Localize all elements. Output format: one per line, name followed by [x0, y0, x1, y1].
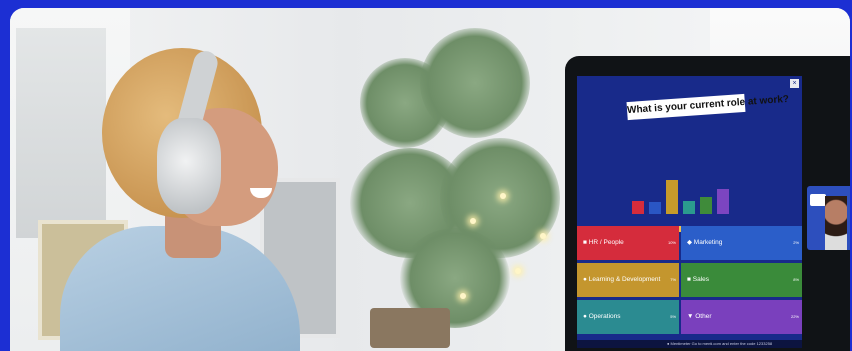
- monitor: × What is your current role at work? ■ H…: [565, 56, 850, 351]
- poll-footer: ● Mentimeter Go to menti.com and enter t…: [577, 340, 802, 348]
- presenter: [825, 196, 847, 250]
- answer-tile: ■ HR / People 10%: [577, 226, 679, 260]
- answer-tile: ● Learning & Development 7%: [577, 263, 679, 297]
- brand-logo: [810, 194, 826, 206]
- poll-bar: [666, 180, 678, 214]
- answer-label: ◆ Marketing: [687, 239, 723, 246]
- poll-bar: [683, 201, 695, 214]
- answer-count: 22%: [790, 314, 799, 319]
- answer-count: 2%: [793, 240, 799, 245]
- answer-tile: ▼ Other 22%: [681, 300, 802, 334]
- answer-label: ■ HR / People: [583, 239, 624, 246]
- poll-bar: [700, 197, 712, 214]
- poll-screen: × What is your current role at work? ■ H…: [577, 76, 802, 348]
- poll-question: What is your current role at work?: [626, 94, 789, 121]
- answer-tile: ◆ Marketing 2%: [681, 226, 802, 260]
- poll-bar-chart: [632, 164, 742, 214]
- answer-tile: ● Operations 5%: [577, 300, 679, 334]
- answer-label: ▼ Other: [687, 313, 712, 320]
- presenter-video: [807, 186, 850, 250]
- close-button[interactable]: ×: [790, 79, 799, 88]
- houseplant: [340, 28, 570, 348]
- answer-count: 10%: [667, 240, 676, 245]
- plant-pot: [370, 308, 450, 348]
- answer-count: 7%: [670, 277, 676, 282]
- answer-tile: ■ Sales 8%: [681, 263, 802, 297]
- answer-tiles: ■ HR / People 10% ◆ Marketing 2% ● Learning …: [577, 226, 802, 348]
- poll-bar: [717, 188, 729, 214]
- answer-count: 5%: [670, 314, 676, 319]
- poll-bar: [649, 202, 661, 214]
- answer-count: 8%: [793, 277, 799, 282]
- poll-bar: [632, 201, 644, 214]
- headphone-earcup: [157, 118, 221, 214]
- answer-label: ● Learning & Development: [583, 276, 661, 283]
- woman-with-headphones: [50, 48, 350, 351]
- photo-frame: × What is your current role at work? ■ H…: [10, 8, 850, 351]
- answer-label: ● Operations: [583, 313, 621, 320]
- answer-label: ■ Sales: [687, 276, 709, 283]
